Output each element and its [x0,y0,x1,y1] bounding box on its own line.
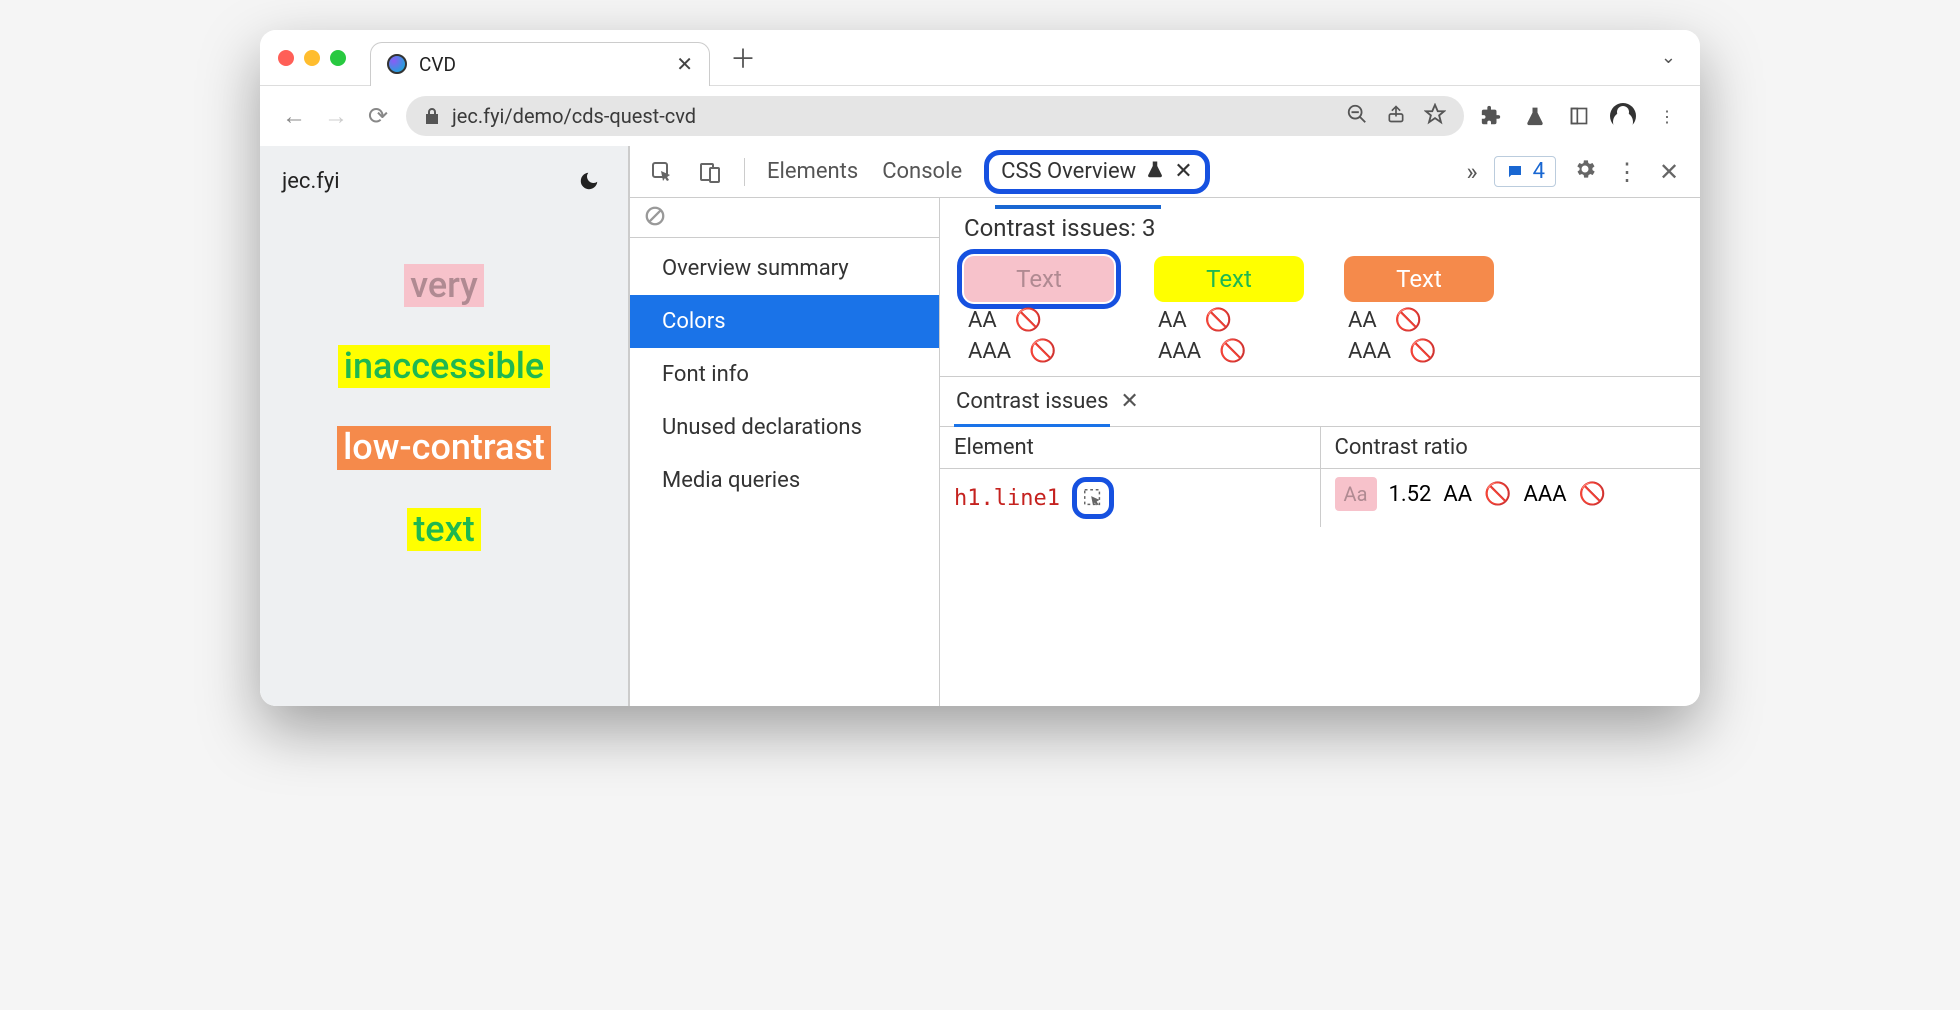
inspect-element-icon[interactable] [648,158,676,186]
ratio-aaa-fail-icon: 🚫 [1579,482,1606,507]
aaa-row: AAA🚫 [1154,339,1304,364]
extensions-icon[interactable] [1478,103,1504,129]
tab-css-overview[interactable]: CSS Overview ✕ [984,150,1210,194]
address-bar[interactable]: jec.fyi/demo/cds-quest-cvd [406,96,1464,136]
main-area: jec.fyi very inaccessible low-contrast text… [260,146,1700,706]
tabs-dropdown-icon[interactable]: ⌄ [1661,47,1676,68]
fail-icon: 🚫 [1219,339,1246,364]
sidebar-item[interactable]: Font info [630,348,939,401]
issues-chip[interactable]: 4 [1494,156,1556,187]
flask-icon [1146,159,1164,185]
ratio-swatch: Aa [1335,477,1377,511]
demo-word: text [407,508,480,551]
zoom-out-icon[interactable] [1346,103,1368,130]
fail-icon: 🚫 [1029,339,1056,364]
issue-element-selector: h1.line1 [954,486,1060,511]
browser-window: CVD ✕ ＋ ⌄ ← → ⟳ jec.fyi/demo/cds-quest-c… [260,30,1700,706]
demo-word: inaccessible [338,345,550,388]
css-overview-content: Contrast issues: 3 TextAA🚫AAA🚫TextAA🚫AAA… [940,198,1700,706]
tab-title: CVD [419,53,664,76]
sidebar-item[interactable]: Unused declarations [630,401,939,454]
tab-strip: CVD ✕ ＋ ⌄ [260,30,1700,86]
labs-flask-icon[interactable] [1522,103,1548,129]
contrast-swatch[interactable]: Text [1344,256,1494,302]
issue-row-element[interactable]: h1.line1 [940,469,1320,527]
contrast-issues-heading: Contrast issues: 3 [964,214,1676,242]
issues-count: 4 [1533,159,1545,184]
fail-icon: 🚫 [1395,308,1422,333]
issue-row-ratio: Aa 1.52 AA 🚫 AAA 🚫 [1321,469,1701,519]
bookmark-star-icon[interactable] [1424,103,1446,130]
demo-word: low-contrast [337,426,551,469]
reading-list-icon[interactable] [1566,103,1592,129]
browser-tab[interactable]: CVD ✕ [370,42,710,86]
settings-gear-icon[interactable] [1572,157,1598,187]
contrast-swatch-column: Text AA🚫 AAA🚫 [1154,256,1304,364]
browser-right-icons: ⋮ [1478,103,1680,129]
lock-icon [424,107,440,125]
contrast-issues-panel: Contrast issues ✕ Element h1.line1 [940,376,1700,527]
ratio-aa-fail-icon: 🚫 [1484,482,1511,507]
profile-avatar-icon[interactable] [1610,103,1636,129]
col-header-element: Element [940,427,1320,469]
contrast-swatch-column: Text AA🚫 AAA🚫 [964,256,1114,364]
aaa-row: AAA🚫 [1344,339,1494,364]
ratio-value: 1.52 [1389,482,1432,507]
reload-button[interactable]: ⟳ [364,102,392,130]
devtools-menu-icon[interactable]: ⋮ [1614,158,1640,186]
url-toolbar: ← → ⟳ jec.fyi/demo/cds-quest-cvd [260,86,1700,146]
tab-console[interactable]: Console [880,155,964,188]
page-pane: jec.fyi very inaccessible low-contrast text [260,146,630,706]
contrast-swatch[interactable]: Text [964,256,1114,302]
sidebar-item[interactable]: Colors [630,295,939,348]
tab-close-button[interactable]: ✕ [676,52,693,76]
css-overview-sidebar: Overview summaryColorsFont infoUnused de… [630,198,940,706]
demo-text-column: very inaccessible low-contrast text [260,216,628,706]
zoom-window-button[interactable] [330,50,346,66]
demo-word: very [404,264,484,307]
aa-row: AA🚫 [1154,308,1304,333]
site-label: jec.fyi [282,169,340,194]
issues-panel-close[interactable]: ✕ [1120,389,1138,414]
window-controls [278,50,346,66]
favicon-icon [387,54,407,74]
devtools-close-button[interactable]: ✕ [1656,158,1682,186]
url-text: jec.fyi/demo/cds-quest-cvd [452,104,1334,128]
aa-row: AA🚫 [1344,308,1494,333]
tab-elements[interactable]: Elements [765,155,860,188]
fail-icon: 🚫 [1015,308,1042,333]
devtools-pane: Elements Console CSS Overview ✕ » 4 [630,146,1700,706]
issues-panel-tab[interactable]: Contrast issues [954,385,1110,427]
share-icon[interactable] [1386,103,1406,130]
fail-icon: 🚫 [1205,308,1232,333]
sidebar-item[interactable]: Media queries [630,454,939,507]
col-header-ratio: Contrast ratio [1321,427,1701,469]
devtools-tabbar: Elements Console CSS Overview ✕ » 4 [630,146,1700,198]
fail-icon: 🚫 [1409,339,1436,364]
ratio-aa-label: AA [1443,482,1472,507]
sidebar-item[interactable]: Overview summary [630,242,939,295]
forward-button[interactable]: → [322,102,350,131]
aaa-row: AAA🚫 [964,339,1114,364]
back-button[interactable]: ← [280,102,308,131]
browser-menu-icon[interactable]: ⋮ [1654,103,1680,129]
new-tab-button[interactable]: ＋ [730,39,756,76]
aa-row: AA🚫 [964,308,1114,333]
device-toolbar-icon[interactable] [696,158,724,186]
hover-element-icon[interactable] [1072,477,1114,519]
tab-css-overview-label: CSS Overview [1001,159,1136,184]
minimize-window-button[interactable] [304,50,320,66]
contrast-swatch-column: Text AA🚫 AAA🚫 [1344,256,1494,364]
devtools-overflow-icon[interactable]: » [1466,158,1477,186]
close-window-button[interactable] [278,50,294,66]
tab-css-overview-close[interactable]: ✕ [1174,159,1192,184]
ratio-aaa-label: AAA [1524,482,1567,507]
dark-mode-toggle[interactable] [572,164,606,198]
contrast-swatch[interactable]: Text [1154,256,1304,302]
clear-overview-icon[interactable] [644,205,666,231]
